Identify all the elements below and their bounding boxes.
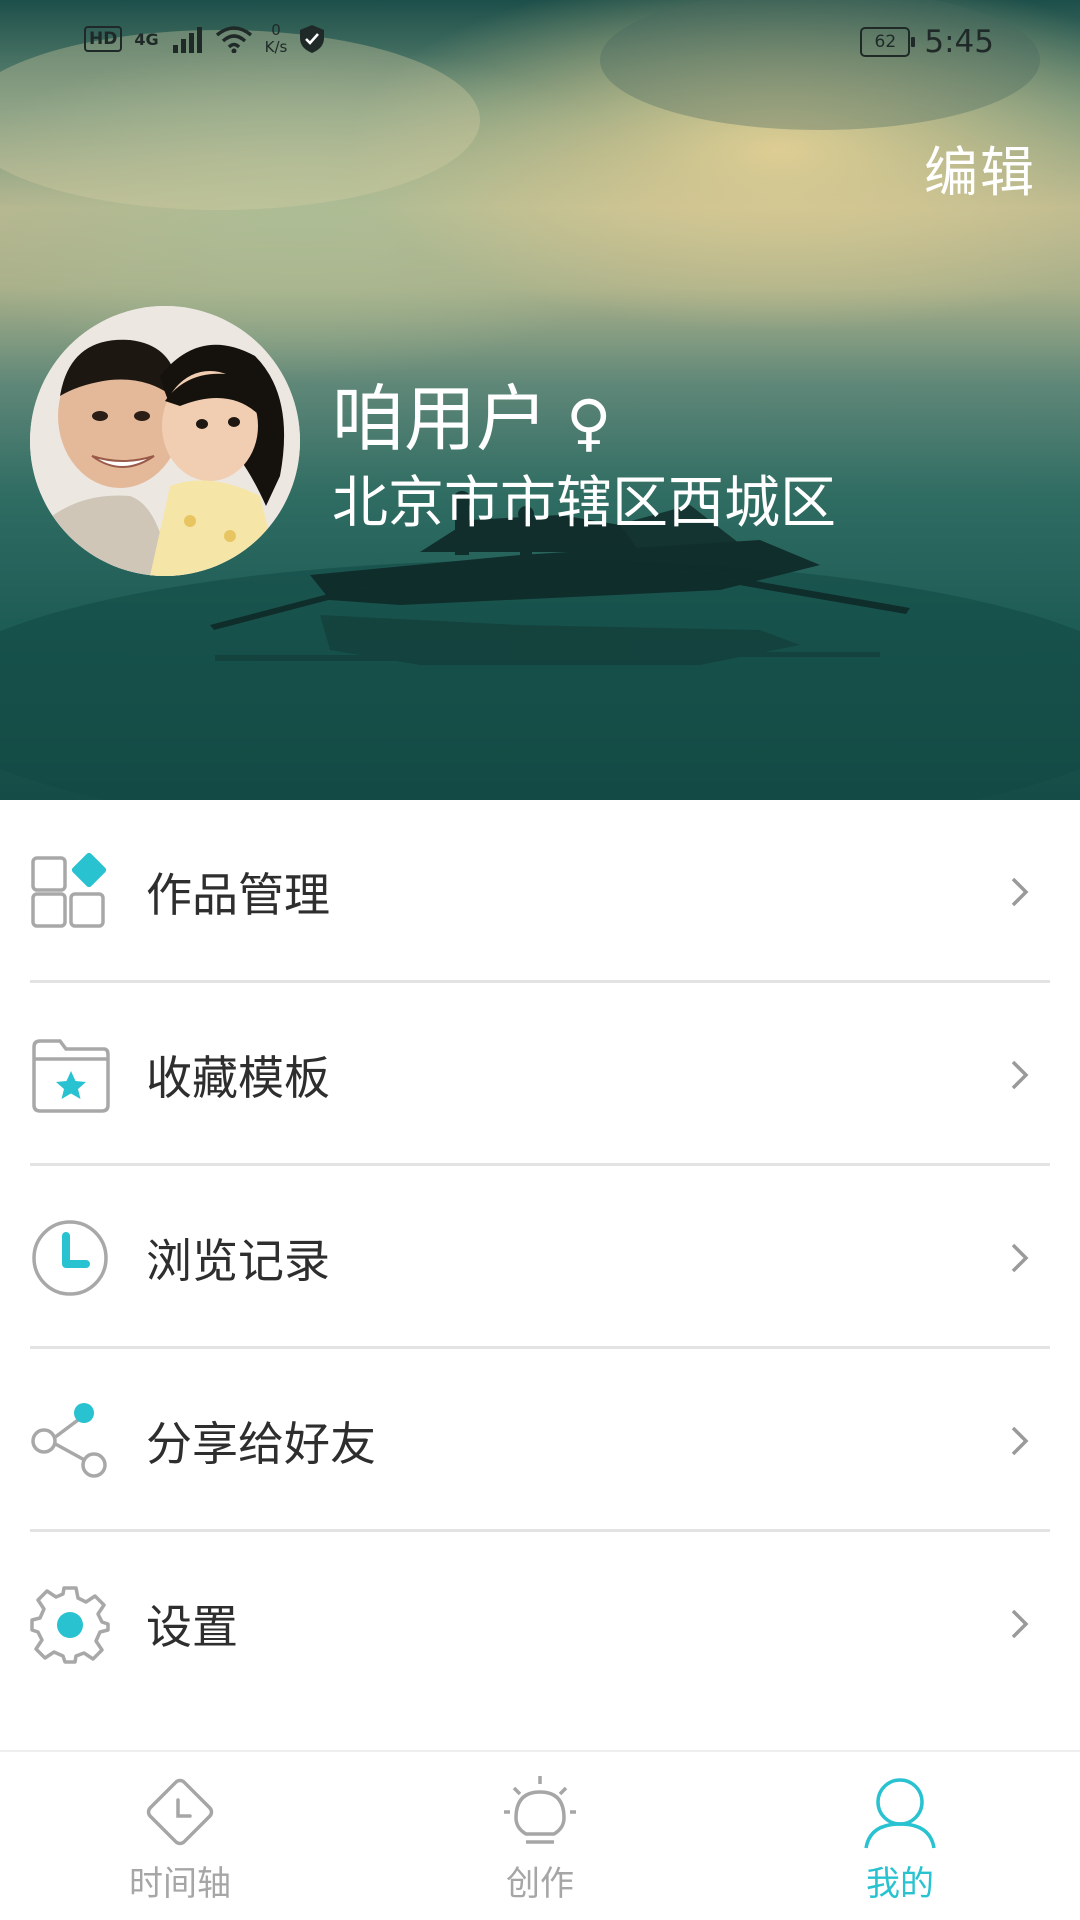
gear-icon <box>30 1585 110 1664</box>
hd-badge: HD <box>84 26 123 52</box>
wifi-icon <box>215 26 252 53</box>
bottom-nav: 时间轴 创作 我的 <box>0 1750 1080 1920</box>
status-right: 62 5:45 <box>860 24 994 60</box>
nav-label-timeline: 时间轴 <box>129 1864 231 1904</box>
profile-menu: 作品管理 收藏模板 浏览记录 分享给好友 设置 <box>0 800 1080 1715</box>
profile-header: HD 4G 0 K/s 62 5:45 编辑 咱用户 ♀ 北京市市辖区西城区 <box>0 0 1080 800</box>
network-speed: 0 K/s <box>265 22 288 56</box>
menu-item-history[interactable]: 浏览记录 <box>0 1166 1080 1349</box>
status-bar: HD 4G 0 K/s 62 5:45 <box>0 0 1080 84</box>
menu-item-settings[interactable]: 设置 <box>0 1532 1080 1715</box>
create-bulb-icon <box>504 1776 576 1844</box>
menu-label-favorites: 收藏模板 <box>146 1050 330 1105</box>
network-type: 4G <box>134 29 159 49</box>
works-grid-icon <box>31 852 107 928</box>
nav-tab-timeline[interactable]: 时间轴 <box>80 1752 280 1920</box>
share-icon <box>31 1402 107 1478</box>
avatar[interactable] <box>30 306 300 576</box>
nav-tab-mine[interactable]: 我的 <box>800 1752 1000 1920</box>
clock-icon <box>32 1219 108 1296</box>
shield-icon <box>300 25 325 53</box>
menu-item-favorites[interactable]: 收藏模板 <box>0 983 1080 1166</box>
battery-icon: 62 <box>860 27 916 57</box>
nav-label-create: 创作 <box>506 1864 574 1904</box>
nav-tab-create[interactable]: 创作 <box>440 1752 640 1920</box>
chevron-right-icon <box>1011 877 1029 906</box>
chevron-right-icon <box>1011 1426 1029 1455</box>
profile-name-row: 咱用户 ♀ <box>332 360 611 465</box>
user-name: 咱用户 <box>332 377 549 461</box>
menu-label-history: 浏览记录 <box>146 1233 330 1288</box>
profile-icon <box>864 1778 936 1849</box>
menu-item-share[interactable]: 分享给好友 <box>0 1349 1080 1532</box>
timeline-icon <box>146 1778 214 1846</box>
female-icon: ♀ <box>566 386 612 459</box>
chevron-right-icon <box>1011 1609 1029 1638</box>
profile-page: HD 4G 0 K/s 62 5:45 编辑 咱用户 ♀ 北京市市辖区西城区 作… <box>0 0 1080 1920</box>
menu-label-works: 作品管理 <box>146 867 330 922</box>
speed-value: 0 <box>271 21 281 39</box>
nav-label-mine: 我的 <box>866 1864 934 1904</box>
chevron-right-icon <box>1011 1060 1029 1089</box>
menu-label-share: 分享给好友 <box>146 1416 376 1471</box>
user-location: 北京市市辖区西城区 <box>332 471 836 536</box>
status-left: HD 4G 0 K/s <box>84 22 325 56</box>
edit-button[interactable]: 编辑 <box>924 128 1036 207</box>
speed-unit: K/s <box>264 38 288 56</box>
status-time: 5:45 <box>924 24 994 60</box>
favorite-folder-icon <box>32 1038 110 1113</box>
signal-icon <box>172 27 202 53</box>
chevron-right-icon <box>1011 1243 1029 1272</box>
avatar-photo <box>30 306 300 576</box>
menu-label-settings: 设置 <box>146 1599 238 1654</box>
menu-item-works[interactable]: 作品管理 <box>0 800 1080 983</box>
